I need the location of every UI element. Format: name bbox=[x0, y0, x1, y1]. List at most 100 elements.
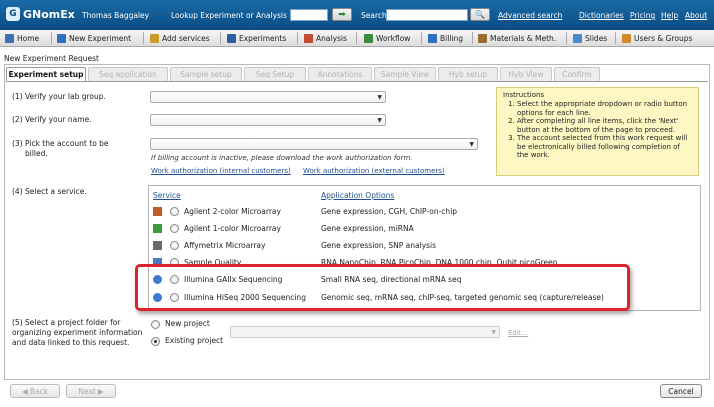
user-name: Thomas Baggaley bbox=[82, 11, 150, 20]
back-label: Back bbox=[29, 386, 48, 396]
arrow-right-icon: ▶ bbox=[97, 386, 104, 396]
menu-new-experiment[interactable]: New Experiment bbox=[57, 32, 131, 44]
menu-label: Analysis bbox=[316, 33, 347, 43]
tab-seq-application[interactable]: Seq application bbox=[88, 67, 168, 81]
menu-billing[interactable]: Billing bbox=[428, 32, 463, 44]
tab-hyb-view[interactable]: Hyb View bbox=[500, 67, 552, 81]
two-color-array-icon bbox=[153, 207, 162, 216]
project-folder-label-line3: and data linked to this request. bbox=[12, 338, 130, 347]
instructions-box: Instructions Select the appropriate drop… bbox=[496, 87, 699, 176]
next-button[interactable]: Next ▶ bbox=[66, 384, 116, 398]
menu-separator bbox=[356, 32, 357, 44]
house-icon bbox=[5, 33, 14, 43]
search-button[interactable]: 🔍 bbox=[470, 8, 490, 21]
tab-seq-setup[interactable]: Seq Setup bbox=[244, 67, 306, 81]
lookup-input[interactable] bbox=[290, 9, 328, 21]
lookup-go-button[interactable]: ➡ bbox=[332, 8, 352, 21]
back-button[interactable]: ◀ Back bbox=[10, 384, 60, 398]
advanced-search-link[interactable]: Advanced search bbox=[498, 11, 562, 20]
new-project-radio[interactable] bbox=[151, 320, 160, 329]
menu-users-groups[interactable]: Users & Groups bbox=[622, 32, 692, 44]
service-row-agilent-1-color[interactable]: Agilent 1-color Microarray Gene expressi… bbox=[152, 222, 697, 236]
title-bar: G GNomEx Thomas Baggaley Lookup Experime… bbox=[0, 0, 714, 30]
menu-add-services[interactable]: Add services bbox=[150, 32, 210, 44]
materials-icon bbox=[478, 33, 487, 43]
help-link[interactable]: Help bbox=[661, 11, 678, 20]
service-row-affymetrix[interactable]: Affymetrix Microarray Gene expression, S… bbox=[152, 239, 697, 253]
edit-project-link[interactable]: Edit... bbox=[508, 329, 528, 337]
project-folder-label: (5) Select a project folder for organizi… bbox=[12, 318, 142, 348]
existing-project-label: Existing project bbox=[165, 336, 224, 345]
menu-label: Slides bbox=[585, 33, 608, 43]
tab-hyb-setup[interactable]: Hyb setup bbox=[438, 67, 498, 81]
menu-separator bbox=[566, 32, 567, 44]
analysis-icon bbox=[304, 33, 313, 43]
instructions-title: Instructions bbox=[503, 91, 545, 99]
menu-separator bbox=[615, 32, 616, 44]
footer-bar: ◀ Back Next ▶ Cancel bbox=[4, 383, 710, 403]
service-radio[interactable] bbox=[170, 241, 179, 250]
name-label: (2) Verify your name. bbox=[12, 115, 92, 124]
billing-icon bbox=[428, 33, 437, 43]
new-project-label: New project bbox=[165, 319, 210, 328]
service-apps: Gene expression, CGH, ChIP-on-chip bbox=[321, 207, 458, 216]
menu-analysis[interactable]: Analysis bbox=[304, 32, 347, 44]
billing-account-label: (3) Pick the account to be billed. bbox=[12, 139, 109, 159]
about-link[interactable]: About bbox=[685, 11, 707, 20]
menu-slides[interactable]: Slides bbox=[573, 32, 607, 44]
service-radio[interactable] bbox=[170, 224, 179, 233]
tab-sample-view[interactable]: Sample View bbox=[374, 67, 436, 81]
instruction-item: After completing all line items, click t… bbox=[517, 117, 692, 134]
lab-group-select[interactable]: ▼ bbox=[150, 91, 386, 103]
cancel-button[interactable]: Cancel bbox=[660, 384, 702, 398]
app-logo[interactable]: G GNomEx bbox=[6, 7, 75, 21]
panel-title: New Experiment Request bbox=[4, 54, 99, 63]
sequencing-highlight-box bbox=[135, 264, 630, 311]
one-color-array-icon bbox=[153, 224, 162, 233]
dictionaries-link[interactable]: Dictionaries bbox=[579, 11, 624, 20]
users-icon bbox=[622, 33, 631, 43]
instructions-list: Select the appropriate dropdown or radio… bbox=[503, 100, 692, 160]
new-experiment-icon bbox=[57, 33, 66, 43]
menu-label: New Experiment bbox=[69, 33, 132, 43]
tab-experiment-setup[interactable]: Experiment setup bbox=[6, 67, 86, 81]
work-auth-internal-link[interactable]: Work authorization (internal customers) bbox=[151, 167, 291, 175]
menu-experiments[interactable]: Experiments bbox=[227, 32, 286, 44]
tab-annotations[interactable]: Annotations bbox=[308, 67, 372, 81]
service-apps: Gene expression, SNP analysis bbox=[321, 241, 437, 250]
menu-label: Experiments bbox=[239, 33, 287, 43]
main-menu-bar: Home New Experiment Add services Experim… bbox=[0, 30, 714, 47]
affymetrix-icon bbox=[153, 241, 162, 250]
menu-separator bbox=[421, 32, 422, 44]
magnifier-icon: 🔍 bbox=[475, 10, 485, 19]
service-radio[interactable] bbox=[170, 207, 179, 216]
service-row-agilent-2-color[interactable]: Agilent 2-color Microarray Gene expressi… bbox=[152, 205, 697, 219]
project-select[interactable]: ▼ bbox=[230, 326, 500, 338]
menu-label: Users & Groups bbox=[634, 33, 693, 43]
billing-note: If billing account is inactive, please d… bbox=[151, 154, 413, 162]
menu-label: Add services bbox=[162, 33, 210, 43]
menu-workflow[interactable]: Workflow bbox=[364, 32, 410, 44]
menu-label: Materials & Meth. bbox=[490, 33, 557, 43]
dropdown-arrow-icon: ▼ bbox=[377, 117, 382, 124]
tab-sample-setup[interactable]: Sample setup bbox=[170, 67, 242, 81]
pricing-link[interactable]: Pricing bbox=[630, 11, 655, 20]
name-select[interactable]: ▼ bbox=[150, 114, 386, 126]
gnomex-logo-icon: G bbox=[6, 7, 20, 21]
menu-separator bbox=[143, 32, 144, 44]
tab-confirm[interactable]: Confirm bbox=[554, 67, 600, 81]
slides-icon bbox=[573, 33, 582, 43]
work-auth-external-link[interactable]: Work authorization (external customers) bbox=[303, 167, 445, 175]
dropdown-arrow-icon: ▼ bbox=[491, 329, 496, 336]
existing-project-radio[interactable] bbox=[151, 337, 160, 346]
menu-materials-methods[interactable]: Materials & Meth. bbox=[478, 32, 556, 44]
billing-account-select[interactable]: ▼ bbox=[150, 138, 478, 150]
search-input[interactable] bbox=[386, 9, 468, 21]
menu-label: Workflow bbox=[376, 33, 411, 43]
add-services-icon bbox=[150, 33, 159, 43]
service-name: Agilent 1-color Microarray bbox=[184, 224, 281, 233]
instruction-item: Select the appropriate dropdown or radio… bbox=[517, 100, 692, 117]
menu-home[interactable]: Home bbox=[5, 32, 39, 44]
dropdown-arrow-icon: ▼ bbox=[469, 141, 474, 148]
menu-label: Home bbox=[17, 33, 40, 43]
